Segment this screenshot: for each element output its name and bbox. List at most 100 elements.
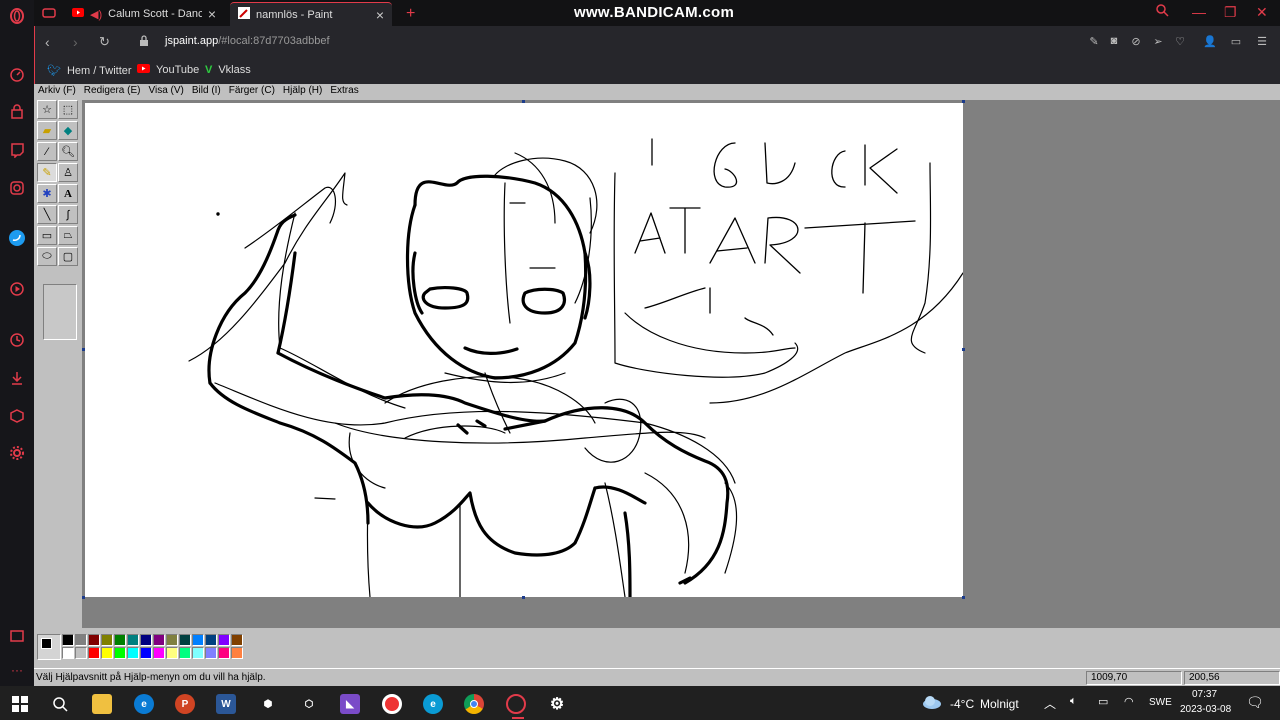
tool-options-box[interactable] [43, 284, 77, 340]
color-swatch[interactable] [75, 647, 87, 659]
resize-handle-right[interactable] [962, 348, 965, 351]
color-swatch[interactable] [153, 634, 165, 646]
color-swatch[interactable] [88, 634, 100, 646]
file-explorer-icon[interactable] [92, 694, 112, 714]
easy-setup-icon[interactable]: ☰ [1255, 35, 1269, 49]
menu-edit[interactable]: Redigera (E) [80, 84, 145, 99]
current-colors[interactable] [37, 634, 61, 660]
menu-file[interactable]: Arkiv (F) [34, 84, 80, 99]
send-icon[interactable]: ➢ [1151, 35, 1165, 49]
instagram-icon[interactable] [9, 180, 25, 196]
color-swatch[interactable] [192, 647, 204, 659]
resize-handle-bottom[interactable] [522, 596, 525, 599]
menu-help[interactable]: Hjälp (H) [279, 84, 326, 99]
volume-icon[interactable]: 🔈︎ [1070, 695, 1077, 708]
eraser-tool[interactable]: ▰ [37, 121, 57, 140]
menu-colors[interactable]: Färger (C) [225, 84, 279, 99]
color-swatch[interactable] [179, 634, 191, 646]
color-swatch[interactable] [231, 634, 243, 646]
color-swatch[interactable] [114, 647, 126, 659]
heart-icon[interactable]: ♡ [1173, 35, 1187, 49]
color-swatch[interactable] [140, 634, 152, 646]
color-swatch[interactable] [205, 647, 217, 659]
bookmark-twitter[interactable]: 🐦︎ Hem / Twitter [47, 64, 132, 78]
powerpoint-icon[interactable]: P [175, 694, 195, 714]
extensions-icon[interactable] [9, 408, 25, 424]
color-swatch[interactable] [62, 634, 74, 646]
audio-playing-icon[interactable]: ◀) [90, 8, 102, 21]
clock-date[interactable]: 2023-03-08 [1180, 704, 1231, 715]
search-tabs-icon[interactable] [1156, 4, 1169, 20]
pencil-tool[interactable]: ✎ [37, 163, 57, 182]
opera-logo-icon[interactable] [9, 8, 25, 24]
battery-tray-icon[interactable]: ▭ [1098, 695, 1108, 708]
weather-description[interactable]: Molnigt [980, 697, 1019, 711]
more-icon[interactable]: ··· [9, 662, 25, 678]
ellipse-tool[interactable]: ⬭ [37, 247, 57, 266]
workspaces-icon[interactable] [41, 5, 57, 21]
opera-gx-icon[interactable] [506, 694, 526, 714]
weather-icon[interactable] [922, 695, 942, 712]
resize-handle-top-right[interactable] [962, 100, 965, 103]
unity-hub-icon[interactable]: ⬡ [299, 694, 319, 714]
profile-icon[interactable]: 👤 [1203, 35, 1217, 49]
free-form-select-tool[interactable]: ☆ [37, 100, 57, 119]
drawing-canvas[interactable] [85, 103, 963, 597]
color-swatch[interactable] [114, 634, 126, 646]
color-swatch[interactable] [231, 647, 243, 659]
brush-tool[interactable]: ♙ [58, 163, 78, 182]
color-swatch[interactable] [218, 647, 230, 659]
color-swatch[interactable] [127, 634, 139, 646]
fill-tool[interactable]: ◆ [58, 121, 78, 140]
show-hidden-icons-icon[interactable]: ︿ [1044, 695, 1056, 712]
speed-dial-icon[interactable] [9, 67, 25, 83]
url-field[interactable]: jspaint.app/#local:87d7703adbbef [165, 35, 330, 47]
twitch-icon[interactable] [9, 142, 25, 158]
new-tab-button[interactable]: + [398, 2, 423, 26]
bookmark-youtube[interactable]: YouTube [137, 64, 199, 76]
airbrush-tool[interactable]: ✱ [37, 184, 57, 203]
snapshot-icon[interactable]: ◙ [1107, 35, 1121, 49]
edge-dev-icon[interactable]: e [423, 694, 443, 714]
forward-icon[interactable]: › [73, 34, 78, 50]
downloads-icon[interactable] [9, 370, 25, 386]
close-window-button[interactable]: ✕ [1256, 4, 1268, 21]
maximize-button[interactable]: ❐ [1224, 4, 1237, 21]
battery-icon[interactable]: ▭ [1229, 35, 1243, 49]
color-swatch[interactable] [101, 634, 113, 646]
resize-handle-top[interactable] [522, 100, 525, 103]
color-swatch[interactable] [205, 634, 217, 646]
menu-view[interactable]: Visa (V) [144, 84, 187, 99]
foreground-color[interactable] [41, 638, 52, 649]
magnifier-tool[interactable]: 🔍︎ [58, 142, 78, 161]
color-swatch[interactable] [166, 647, 178, 659]
unity-icon[interactable]: ⬢ [258, 694, 278, 714]
color-swatch[interactable] [127, 647, 139, 659]
settings-app-icon[interactable]: ⚙ [547, 694, 567, 714]
shopping-icon[interactable] [9, 104, 25, 120]
word-icon[interactable]: W [216, 694, 236, 714]
menu-image[interactable]: Bild (I) [188, 84, 225, 99]
color-swatch[interactable] [166, 634, 178, 646]
rectangle-tool[interactable]: ▭ [37, 226, 57, 245]
clock-time[interactable]: 07:37 [1192, 689, 1217, 700]
tab-youtube[interactable]: ◀) Calum Scott - Dancing × [64, 2, 224, 26]
chrome-icon[interactable] [464, 694, 484, 714]
rounded-rectangle-tool[interactable]: ▢ [58, 247, 78, 266]
search-icon[interactable] [50, 694, 70, 714]
color-swatch[interactable] [75, 634, 87, 646]
minimize-button[interactable]: — [1192, 4, 1206, 20]
resize-handle-bottom-left[interactable] [82, 596, 85, 599]
resize-handle-bottom-right[interactable] [962, 596, 965, 599]
wifi-icon[interactable]: ◠ [1124, 695, 1134, 708]
menu-extras[interactable]: Extras [326, 84, 362, 99]
curve-tool[interactable]: ∫ [58, 205, 78, 224]
select-tool[interactable]: ⬚ [58, 100, 78, 119]
edit-icon[interactable]: ✎ [1087, 35, 1101, 49]
settings-icon[interactable] [9, 445, 25, 461]
weather-temperature[interactable]: -4°C [950, 697, 974, 711]
color-swatch[interactable] [179, 647, 191, 659]
notifications-icon[interactable]: 🗨︎ [1246, 694, 1264, 711]
edge-icon[interactable]: e [134, 694, 154, 714]
color-picker-tool[interactable]: ⁄ [37, 142, 57, 161]
